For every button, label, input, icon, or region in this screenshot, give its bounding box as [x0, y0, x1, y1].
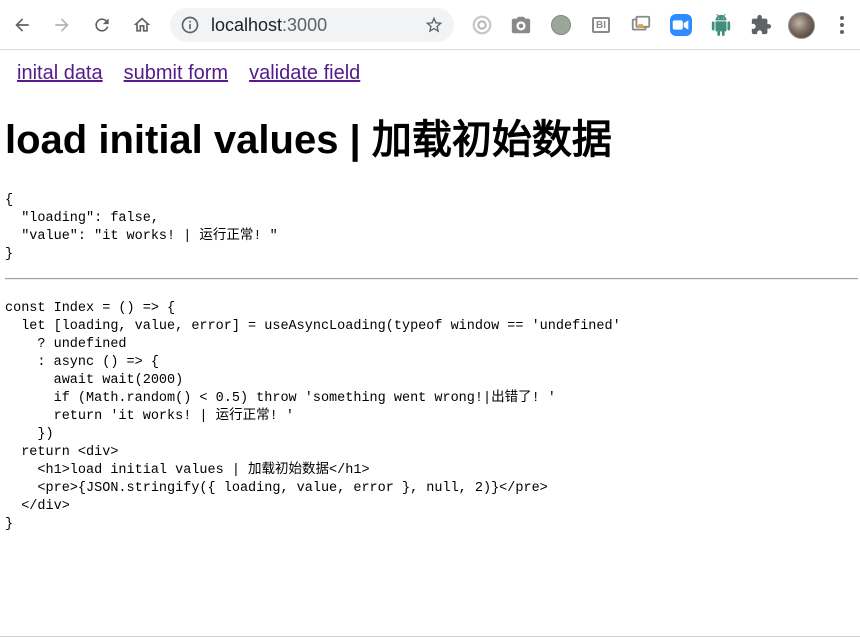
- url-host: localhost: [211, 15, 283, 35]
- extension-camera[interactable]: [509, 13, 533, 37]
- home-icon: [133, 17, 151, 32]
- extension-zoom[interactable]: [669, 13, 693, 37]
- android-icon: [711, 14, 731, 36]
- windows-stack-icon: [631, 15, 651, 31]
- url-port: :3000: [282, 15, 328, 35]
- extensions-button[interactable]: [749, 13, 773, 37]
- extension-android[interactable]: [709, 13, 733, 37]
- nav-link-validate-field[interactable]: validate field: [249, 62, 360, 84]
- camera-icon: [511, 16, 531, 34]
- horizontal-rule: [5, 278, 858, 280]
- extension-spinner[interactable]: [470, 13, 494, 37]
- back-button[interactable]: [7, 10, 37, 40]
- code-sample: const Index = () => { let [loading, valu…: [5, 301, 621, 532]
- zoom-video-icon: [670, 14, 692, 36]
- profile-avatar[interactable]: [788, 12, 815, 39]
- forward-arrow-icon: [55, 18, 69, 32]
- nav-link-submit-form[interactable]: submit form: [124, 62, 228, 84]
- json-output: { "loading": false, "value": "it works! …: [5, 193, 278, 262]
- home-button[interactable]: [127, 10, 157, 40]
- url-text[interactable]: localhost:3000: [211, 15, 327, 35]
- address-bar[interactable]: localhost:3000: [170, 8, 454, 42]
- extension-windows[interactable]: [629, 13, 653, 37]
- nav-link-initial-data[interactable]: inital data: [17, 62, 103, 84]
- grey-circle-icon: [551, 15, 571, 35]
- back-arrow-icon: [15, 18, 29, 32]
- kebab-menu-icon[interactable]: [830, 12, 854, 38]
- puzzle-icon: [751, 14, 772, 35]
- reload-icon: [95, 18, 109, 32]
- forward-button[interactable]: [47, 10, 77, 40]
- spinner-extension-icon: [472, 15, 492, 35]
- star-icon[interactable]: [424, 15, 444, 35]
- browser-toolbar: localhost:3000 BI: [0, 0, 860, 50]
- reload-button[interactable]: [87, 10, 117, 40]
- window-bottom-edge: [0, 636, 860, 637]
- info-icon[interactable]: [180, 15, 200, 35]
- page-title: load initial values | 加载初始数据: [5, 118, 612, 162]
- page-nav: inital data submit form validate field: [17, 61, 381, 85]
- extension-circle[interactable]: [549, 13, 573, 37]
- extension-bi[interactable]: BI: [589, 13, 613, 37]
- bi-icon: BI: [592, 17, 610, 33]
